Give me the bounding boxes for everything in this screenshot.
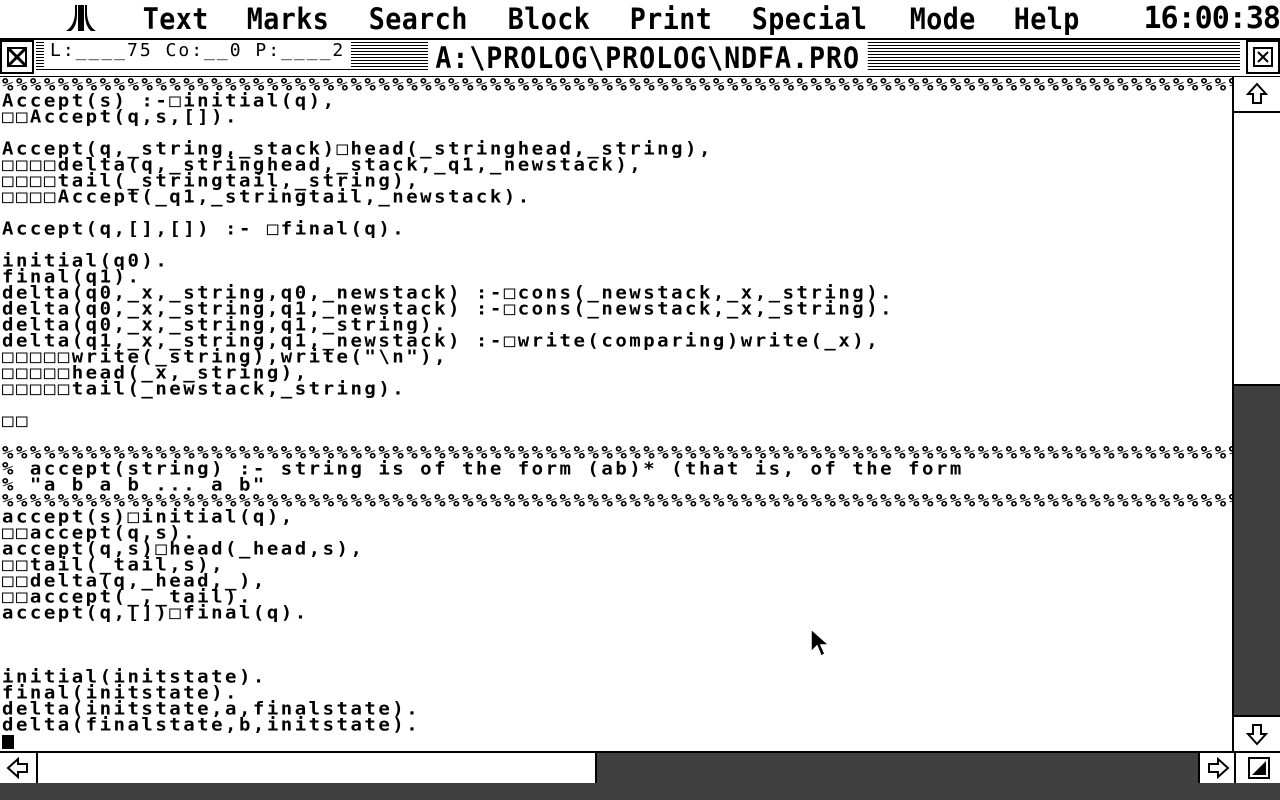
mouse-pointer-icon	[810, 628, 830, 658]
code-line: delta(finalstate,b,initstate).	[2, 714, 421, 736]
arrow-left-icon[interactable]	[0, 753, 38, 783]
arrow-up-icon[interactable]	[1234, 77, 1280, 113]
close-box-icon[interactable]	[0, 40, 34, 74]
arrow-right-icon[interactable]	[1198, 753, 1236, 783]
text-cursor	[2, 735, 14, 749]
menu-print[interactable]: Print	[615, 0, 727, 38]
text-editor[interactable]: %%%%%%%%%%%%%%%%%%%%%%%%%%%%%%%%%%%%%%%%…	[0, 77, 1232, 751]
menu-search[interactable]: Search	[354, 0, 483, 38]
code-line: Accept(q,[],[]) :- □final(q).	[2, 218, 407, 240]
menu-marks[interactable]: Marks	[232, 0, 344, 38]
code-line: □□□□Accept(_q1,_stringtail,_newstack).	[2, 186, 532, 208]
desktop-strip	[0, 783, 1280, 800]
menu-bar: Text Marks Search Block Print Special Mode Help…	[0, 0, 1280, 40]
vertical-scroll-track[interactable]	[1234, 113, 1280, 715]
window-title: A:\PROLOG\PROLOG\NDFA.PRO	[428, 42, 868, 74]
menu-mode[interactable]: Mode	[895, 0, 991, 38]
menu-help[interactable]: Help	[999, 0, 1095, 38]
size-box-icon[interactable]	[1234, 753, 1280, 783]
horizontal-scrollbar[interactable]	[0, 751, 1280, 783]
code-line: □□	[2, 410, 30, 432]
fuller-box-icon[interactable]	[1246, 40, 1280, 74]
horizontal-scroll-thumb[interactable]	[38, 753, 597, 783]
horizontal-scroll-track[interactable]	[38, 753, 1198, 783]
menu-text[interactable]: Text	[128, 0, 224, 38]
atari-fuji-icon[interactable]	[64, 4, 98, 32]
vertical-scrollbar[interactable]	[1232, 77, 1280, 751]
code-line: accept(q,[])□final(q).	[2, 602, 309, 624]
arrow-down-icon[interactable]	[1234, 715, 1280, 751]
clock: 16:00:38	[1143, 1, 1280, 36]
menu-special[interactable]: Special	[737, 0, 882, 38]
window-title-bar[interactable]: L:____75 Co:__0 P:____2 A:\PROLOG\PROLOG…	[0, 40, 1280, 78]
vertical-scroll-thumb[interactable]	[1234, 113, 1280, 386]
code-line: initial(q0).	[2, 250, 170, 272]
code-line: □□□□□tail(_newstack,_string).	[2, 378, 407, 400]
cursor-position-status: L:____75 Co:__0 P:____2	[44, 42, 352, 68]
code-line: □□Accept(q,s,[]).	[2, 106, 239, 128]
menu-block[interactable]: Block	[493, 0, 605, 38]
